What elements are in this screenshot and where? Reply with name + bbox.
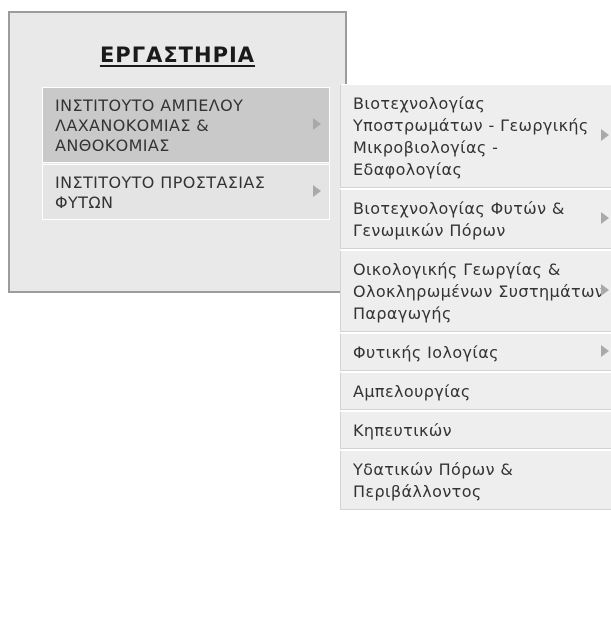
arrow-right-icon [601, 345, 609, 357]
submenu-item-label: Βιοτεχνολογίας Φυτών & Γενωμικών Πόρων [353, 199, 565, 240]
submenu-item-water-resources[interactable]: Υδατικών Πόρων & Περιβάλλοντος [340, 450, 611, 510]
menu-item-plant-protection-institute[interactable]: ΙΝΣΤΙΤΟΥΤΟ ΠΡΟΣΤΑΣΙΑΣ ΦΥΤΩΝ [42, 164, 330, 220]
page: ΕΡΓΑΣΤΗΡΙΑ ΙΝΣΤΙΤΟΥΤΟ ΑΜΠΕΛΟΥ ΛΑΧΑΝΟΚΟΜΙ… [0, 0, 611, 628]
arrow-right-icon [601, 212, 609, 224]
panel-title: ΕΡΓΑΣΤΗΡΙΑ [99, 43, 256, 67]
institutes-menu: ΙΝΣΤΙΤΟΥΤΟ ΑΜΠΕΛΟΥ ΛΑΧΑΝΟΚΟΜΙΑΣ & ΑΝΘΟΚΟ… [42, 87, 330, 220]
labs-panel: ΕΡΓΑΣΤΗΡΙΑ ΙΝΣΤΙΤΟΥΤΟ ΑΜΠΕΛΟΥ ΛΑΧΑΝΟΚΟΜΙ… [8, 11, 347, 293]
arrow-right-icon [313, 118, 321, 130]
menu-item-label: ΙΝΣΤΙΤΟΥΤΟ ΑΜΠΕΛΟΥ ΛΑΧΑΝΟΚΟΜΙΑΣ & ΑΝΘΟΚΟ… [55, 96, 244, 155]
submenu-item-label: Κηπευτικών [353, 421, 452, 440]
submenu-item-label: Βιοτεχνολογίας Υποστρωμάτων - Γεωργικής … [353, 94, 589, 179]
submenu-item-biotechnology-substrates[interactable]: Βιοτεχνολογίας Υποστρωμάτων - Γεωργικής … [340, 84, 611, 188]
submenu-item-plant-biotechnology[interactable]: Βιοτεχνολογίας Φυτών & Γενωμικών Πόρων [340, 189, 611, 249]
submenu-item-viticulture[interactable]: Αμπελουργίας [340, 372, 611, 410]
submenu-item-label: Αμπελουργίας [353, 382, 471, 401]
menu-item-viticulture-institute[interactable]: ΙΝΣΤΙΤΟΥΤΟ ΑΜΠΕΛΟΥ ΛΑΧΑΝΟΚΟΜΙΑΣ & ΑΝΘΟΚΟ… [42, 87, 330, 163]
arrow-right-icon [601, 129, 609, 141]
submenu-item-vegetables[interactable]: Κηπευτικών [340, 411, 611, 449]
arrow-right-icon [313, 185, 321, 197]
submenu-item-organic-agriculture[interactable]: Οικολογικής Γεωργίας & Ολοκληρωμένων Συσ… [340, 250, 611, 332]
arrow-right-icon [601, 284, 609, 296]
submenu-item-label: Υδατικών Πόρων & Περιβάλλοντος [353, 460, 514, 501]
laboratories-submenu: Βιοτεχνολογίας Υποστρωμάτων - Γεωργικής … [340, 84, 611, 510]
submenu-item-plant-virology[interactable]: Φυτικής Ιολογίας [340, 333, 611, 371]
menu-item-label: ΙΝΣΤΙΤΟΥΤΟ ΠΡΟΣΤΑΣΙΑΣ ΦΥΤΩΝ [55, 173, 266, 212]
submenu-item-label: Οικολογικής Γεωργίας & Ολοκληρωμένων Συσ… [353, 260, 605, 323]
submenu-item-label: Φυτικής Ιολογίας [353, 343, 499, 362]
